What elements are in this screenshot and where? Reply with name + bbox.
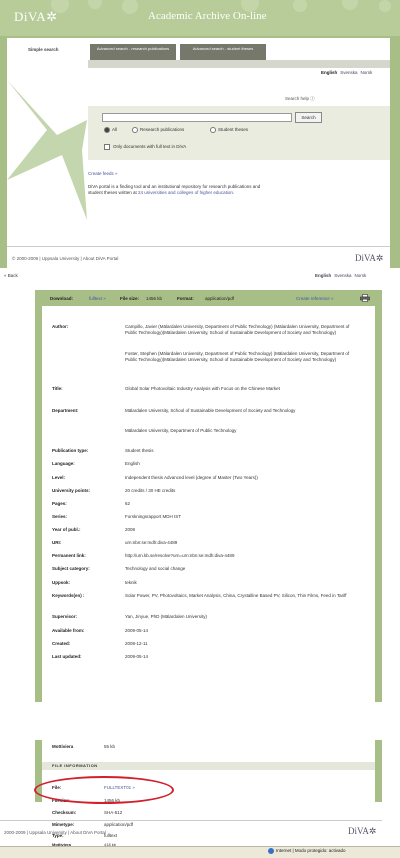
- title-value: Global Solar Photovoltaic Industry Analy…: [125, 386, 280, 391]
- last-updated-value: 2009-05-14: [125, 654, 149, 659]
- level-label: Level:: [52, 475, 66, 480]
- university-points-value: 20 credits / 30 HE credits: [125, 488, 176, 493]
- subject-category-label: Subject category:: [52, 566, 90, 571]
- subject-category-value: Technology and social change: [125, 566, 186, 571]
- site-title: Academic Archive On-line: [148, 10, 267, 22]
- footer-diva-logo: DiVA✲: [355, 253, 384, 263]
- tab-advanced-research[interactable]: Advanced search - research publications: [90, 44, 176, 60]
- radio-student-label: Student theses: [218, 127, 249, 133]
- radio-all-label: All: [112, 127, 118, 133]
- checksum-value: SHA-512: [104, 810, 123, 815]
- record-left-border: [35, 306, 42, 702]
- language-value: English: [125, 461, 140, 466]
- back-link[interactable]: « Back: [4, 273, 18, 278]
- top-size-value: 55 kb: [104, 744, 116, 749]
- file-info-right-border: [375, 740, 382, 802]
- portal-description: DiVA portal is a finding tool and an ins…: [88, 184, 268, 196]
- created-label: Created:: [52, 641, 71, 646]
- author2-value: Foster, Stephen (Mälardalen University, …: [125, 351, 350, 362]
- description-end: .: [232, 190, 235, 195]
- year-label: Year of publ.:: [52, 527, 81, 532]
- author-value: Campillo, Javier (Mälardalen University,…: [125, 324, 350, 335]
- search-input[interactable]: [102, 113, 292, 122]
- search-help-link[interactable]: Search help ⓘ: [285, 96, 315, 102]
- highlight-annotation-ellipse: [34, 776, 174, 804]
- lang-english[interactable]: English: [321, 70, 337, 75]
- radio-research-label: Research publications: [140, 127, 185, 133]
- uri-label: URI:: [52, 540, 62, 545]
- permanent-link-value[interactable]: http://urn.kb.se/resolve?urn=urn:nbn:se:…: [125, 553, 360, 559]
- language-switcher: English Svenska Norsk: [318, 70, 372, 75]
- internet-zone-icon: [268, 848, 274, 854]
- radio-research-publications[interactable]: Research publications: [132, 127, 184, 133]
- series-value: Forskningsrapport MDH IST: [125, 514, 182, 519]
- download-label: Download:: [50, 296, 73, 301]
- fulltext-checkbox[interactable]: Only documents with full text in DiVA: [104, 144, 186, 150]
- series-label: Series:: [52, 514, 68, 519]
- create-feeds-link[interactable]: Create feeds »: [88, 171, 118, 176]
- last-updated-label: Last updated:: [52, 654, 82, 659]
- search-button[interactable]: Search: [295, 112, 322, 123]
- lang-english[interactable]: English: [315, 273, 331, 278]
- create-reference-link[interactable]: Create reference »: [296, 296, 334, 301]
- filesize-label: File size:: [120, 296, 140, 301]
- record-right-border: [375, 306, 382, 702]
- lang-svenska[interactable]: Svenska: [334, 273, 351, 278]
- fulltext-checkbox-label: Only documents with full text in DiVA: [113, 144, 187, 150]
- level-value: Independent thesis Advanced level (degre…: [125, 475, 258, 480]
- download-fulltext-link[interactable]: fulltext »: [89, 296, 106, 301]
- checksum-label: Checksum:: [52, 810, 77, 815]
- format-value: application/pdf: [205, 296, 235, 301]
- publication-type-value: Student thesis: [125, 448, 154, 453]
- author-label: Author:: [52, 324, 69, 329]
- supervisor-label: Supervisor:: [52, 614, 78, 619]
- department-label: Department:: [52, 408, 79, 413]
- keywords-label: Keywords(en) :: [52, 593, 85, 598]
- checkbox-icon: [104, 144, 110, 150]
- department-value: Mälardalen University, School of Sustain…: [125, 408, 296, 413]
- lang-svenska[interactable]: Svenska: [340, 70, 357, 75]
- created-value: 2008-12-11: [125, 641, 148, 646]
- format-label: Format:: [177, 296, 194, 301]
- available-from-value: 2009-05-14: [125, 628, 149, 633]
- filesize-value: 1456 kb: [146, 296, 163, 301]
- keywords-value: Solar Power, PV, Photovoltaics, Market A…: [125, 593, 347, 598]
- footer-links[interactable]: 2000-2009 | Uppsala University | About D…: [4, 830, 106, 835]
- uri-value: urn:nbn:se:mdh:diva-4489: [125, 540, 178, 545]
- available-from-label: Available from:: [52, 628, 85, 633]
- lang-norsk[interactable]: Norsk: [361, 70, 373, 75]
- radio-icon: [132, 127, 138, 133]
- footer-diva-logo: DiVA✲: [348, 826, 377, 836]
- tab-advanced-student[interactable]: Advanced search - student theses: [180, 44, 266, 60]
- diva-logo[interactable]: DiVA✲: [14, 9, 58, 25]
- language-switcher: English Svenska Norsk: [312, 273, 366, 278]
- decorative-star-graphic: [7, 80, 87, 220]
- tab-underline-strip: [88, 60, 390, 68]
- radio-all[interactable]: All: [104, 127, 117, 133]
- radio-selected-icon: [104, 127, 110, 133]
- top-size-label: Mottiviera: [52, 744, 74, 749]
- pages-label: Pages:: [52, 501, 67, 506]
- uppsok-value: teknik: [125, 580, 137, 585]
- printer-icon[interactable]: [360, 294, 370, 302]
- year-value: 2008: [125, 527, 136, 532]
- status-zone-text: Internet | Modo protegido: activado: [276, 848, 346, 853]
- title-label: Title:: [52, 386, 63, 391]
- radio-icon: [210, 127, 216, 133]
- language-label: Language:: [52, 461, 75, 466]
- permanent-link-label: Permanent link:: [52, 553, 86, 558]
- publication-type-label: Publication type:: [52, 448, 89, 453]
- pages-value: 62: [125, 501, 131, 506]
- university-points-label: University points:: [52, 488, 91, 493]
- file-info-title: FILE INFORMATION: [52, 763, 98, 768]
- universities-link[interactable]: 24 universities and colleges of higher e…: [138, 190, 233, 195]
- footer-links[interactable]: © 2000-2009 | Uppsala University | About…: [12, 256, 118, 261]
- tab-simple-search[interactable]: Simple search: [28, 47, 59, 52]
- supervisor-value: Yan, Jinyue, PhD (Mälardalen University): [125, 614, 207, 619]
- uppsok-label: Uppsok:: [52, 580, 70, 585]
- department2-value: Mälardalen University, Department of Pub…: [125, 428, 237, 433]
- radio-student-theses[interactable]: Student theses: [210, 127, 248, 133]
- lang-norsk[interactable]: Norsk: [355, 273, 367, 278]
